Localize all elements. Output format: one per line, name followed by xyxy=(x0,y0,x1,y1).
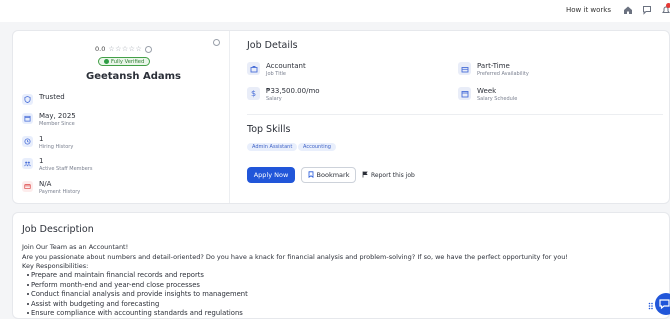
stat-label: Hiring History xyxy=(39,144,74,150)
stat-value: N/A xyxy=(39,180,52,188)
responsibility-item: Prepare and maintain financial records a… xyxy=(27,271,204,279)
responsibility-item: Assist with budgeting and forecasting xyxy=(26,300,160,308)
bookmark-label: Bookmark xyxy=(316,171,350,179)
detail-value: ₱33,500.00/mo xyxy=(266,87,320,95)
detail-label: Job Title xyxy=(266,71,287,77)
chat-icon[interactable] xyxy=(642,5,654,17)
skill-chip: Accounting xyxy=(298,143,336,151)
responsibility-item: Ensure compliance with accounting standa… xyxy=(27,309,243,317)
stat-label: Member Since xyxy=(39,121,75,127)
calendar-icon xyxy=(22,113,33,124)
chat-fab-button[interactable] xyxy=(655,293,670,315)
bookmark-button[interactable]: Bookmark xyxy=(301,167,356,183)
rating-value: 0.0 xyxy=(95,45,106,53)
detail-value: Accountant xyxy=(266,62,306,70)
stat-value: Trusted xyxy=(39,93,65,101)
job-description-title: Job Description xyxy=(22,224,94,235)
stat-active-staff: 1 Active Staff Members xyxy=(22,157,92,173)
description-text: Are you passionate about numbers and det… xyxy=(22,253,568,261)
stat-label: Payment History xyxy=(39,189,81,195)
bookmark-icon xyxy=(308,170,314,180)
detail-label: Preferred Availability xyxy=(477,71,529,77)
description-text: Key Responsibilities: xyxy=(22,262,89,270)
top-skills-title: Top Skills xyxy=(247,124,291,135)
info-icon[interactable] xyxy=(145,45,153,53)
star-rating-icon: ☆☆☆☆☆ xyxy=(108,45,143,53)
payment-icon xyxy=(22,181,33,192)
employer-rating: 0.0 ☆☆☆☆☆ xyxy=(95,45,153,53)
history-icon xyxy=(22,136,33,147)
job-details-title: Job Details xyxy=(247,40,298,51)
report-label: Report this job xyxy=(371,172,415,179)
card-divider xyxy=(229,31,230,203)
employer-name: Geetansh Adams xyxy=(86,71,181,82)
detail-label: Salary Schedule xyxy=(477,96,518,102)
stat-value: May, 2025 xyxy=(39,112,76,120)
apply-now-button[interactable]: Apply Now xyxy=(247,167,295,183)
more-options-icon[interactable] xyxy=(213,39,220,46)
team-icon xyxy=(22,158,33,169)
description-text: Join Our Team as an Accountant! xyxy=(22,243,129,251)
top-navbar: How it works xyxy=(0,0,670,22)
flag-icon xyxy=(362,171,368,180)
how-it-works-link[interactable]: How it works xyxy=(566,6,611,14)
detail-value: Part-Time xyxy=(477,62,510,70)
calendar-icon xyxy=(458,87,471,100)
responsibility-item: Conduct financial analysis and provide i… xyxy=(27,290,248,298)
stat-value: 1 xyxy=(39,135,44,143)
detail-value: Week xyxy=(477,87,497,95)
responsibility-item: Perform month-end and year-end close pro… xyxy=(27,281,200,289)
detail-job-title: Accountant Job Title xyxy=(247,62,306,78)
clock-briefcase-icon xyxy=(458,62,471,75)
verified-badge: Fully Verified xyxy=(98,57,151,66)
stat-trusted: Trusted xyxy=(22,93,65,105)
detail-label: Salary xyxy=(266,96,282,102)
dollar-icon: $ xyxy=(247,87,260,100)
detail-schedule: Week Salary Schedule xyxy=(458,87,517,103)
stat-member-since: May, 2025 Member Since xyxy=(22,112,76,128)
section-divider xyxy=(247,114,663,115)
stat-hiring-history: 1 Hiring History xyxy=(22,135,73,151)
detail-availability: Part-Time Preferred Availability xyxy=(458,62,529,78)
report-job-link[interactable]: Report this job xyxy=(362,171,415,180)
shield-icon xyxy=(22,94,33,105)
stat-value: 1 xyxy=(39,157,44,165)
stat-label: Active Staff Members xyxy=(39,166,93,172)
home-icon[interactable] xyxy=(623,5,635,17)
notification-badge xyxy=(666,3,670,8)
check-circle-icon xyxy=(104,59,109,64)
detail-salary: $ ₱33,500.00/mo Salary xyxy=(247,87,320,103)
verified-label: Fully Verified xyxy=(111,58,145,65)
skill-chip: Admin Assistant xyxy=(247,143,298,151)
stat-payment-history: N/A Payment History xyxy=(22,180,80,196)
briefcase-icon xyxy=(247,62,260,75)
